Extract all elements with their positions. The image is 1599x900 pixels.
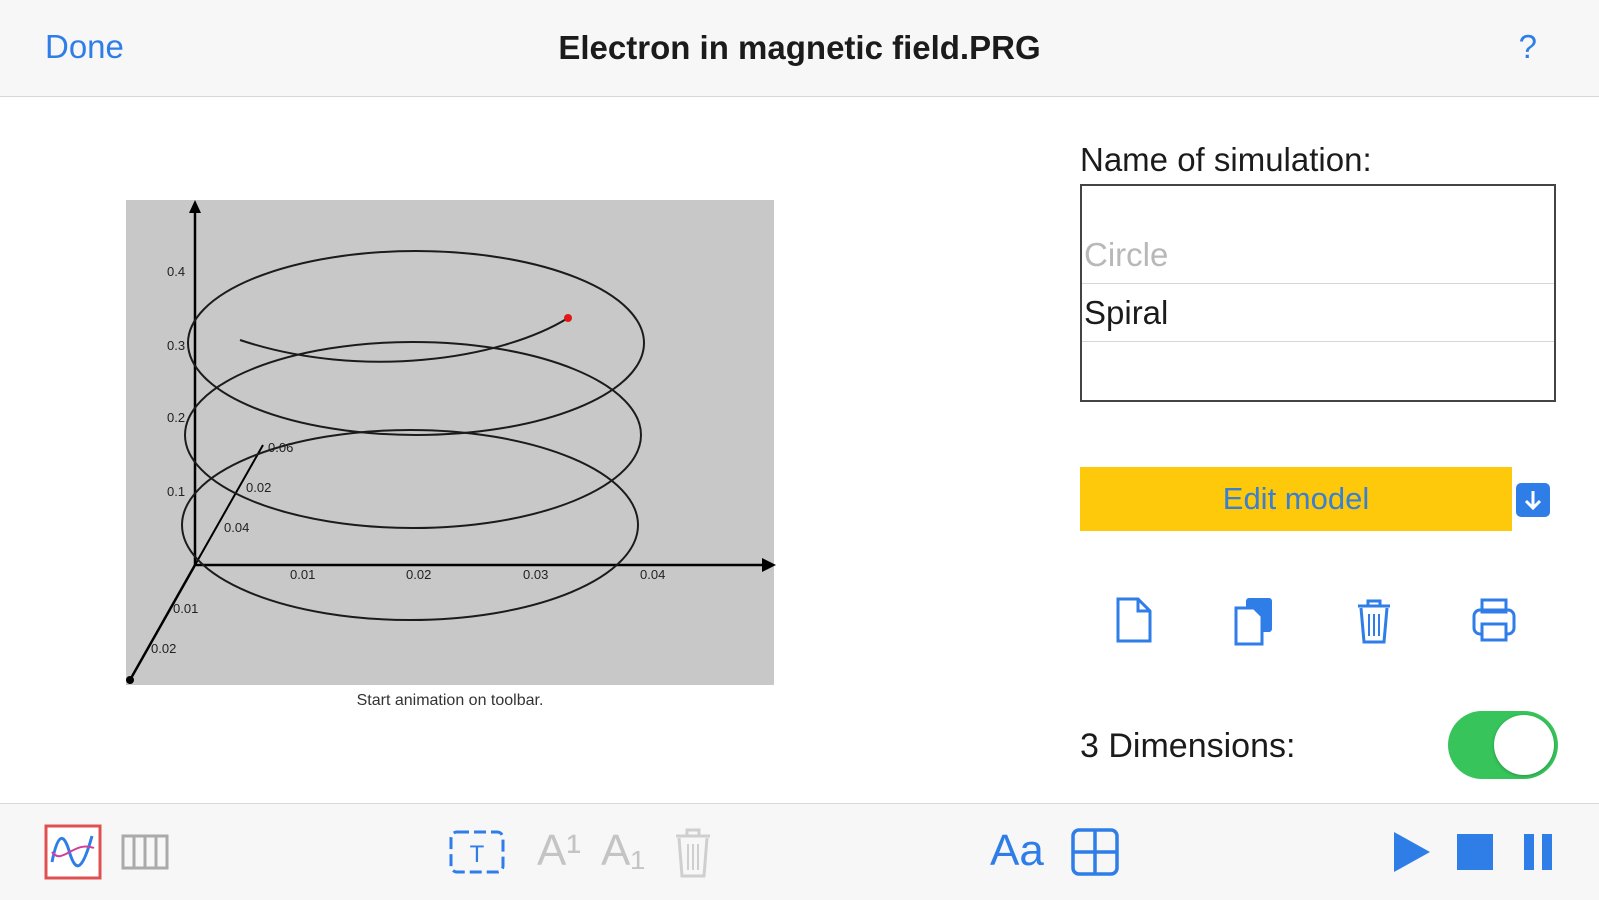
- pause-icon: [1524, 834, 1552, 870]
- x-tick-label: 0.01: [290, 567, 315, 582]
- y-tick-label: 0.06: [268, 440, 293, 455]
- bottom-toolbar: T A¹ A₁ Aa: [0, 803, 1599, 900]
- y-tick-label: 0.02: [151, 641, 176, 656]
- svg-text:T: T: [470, 841, 485, 868]
- electron-point: [564, 314, 572, 322]
- x-tick-label: 0.04: [640, 567, 665, 582]
- x-tick-label: 0.02: [406, 567, 431, 582]
- font-button[interactable]: Aa: [990, 826, 1044, 876]
- delete-text-button[interactable]: [670, 822, 716, 882]
- simulation-picker[interactable]: Circle Spiral: [1080, 184, 1556, 402]
- subscript-button[interactable]: A₁: [601, 826, 645, 876]
- table-view-button[interactable]: [120, 822, 170, 882]
- trash-icon: [1358, 599, 1390, 644]
- simulation-name-label: Name of simulation:: [1080, 141, 1372, 178]
- graph-icon: [44, 824, 102, 880]
- plot-canvas: 0.4 0.3 0.2 0.1 0.01 0.02 0.03 0.04 0.06…: [126, 200, 776, 685]
- duplicate-icon: [1234, 598, 1272, 646]
- download-button[interactable]: [1516, 483, 1550, 517]
- grid-icon: [1071, 828, 1119, 876]
- z-tick-label: 0.1: [167, 484, 185, 499]
- text-box-button[interactable]: T: [448, 822, 506, 882]
- graph-view-button[interactable]: [44, 822, 102, 882]
- table-icon: [121, 834, 169, 870]
- play-button[interactable]: [1390, 822, 1434, 882]
- document-title: Electron in magnetic field.PRG: [558, 29, 1041, 66]
- play-icon: [1394, 832, 1430, 872]
- pause-button[interactable]: [1520, 822, 1556, 882]
- trash-icon: [676, 828, 710, 878]
- y-tick-label: 0.01: [173, 601, 198, 616]
- simulation-option-circle[interactable]: Circle: [1082, 226, 1554, 284]
- simulation-option-spiral[interactable]: Spiral: [1082, 284, 1554, 342]
- x-tick-label: 0.03: [523, 567, 548, 582]
- new-document-button[interactable]: [1112, 596, 1156, 646]
- stop-icon: [1457, 834, 1493, 870]
- three-dimensions-label: 3 Dimensions:: [1080, 727, 1296, 765]
- y-tick-label: 0.02: [246, 480, 271, 495]
- download-icon: [1524, 491, 1542, 511]
- print-button[interactable]: [1470, 596, 1516, 646]
- text-box-icon: T: [449, 830, 505, 874]
- z-tick-label: 0.2: [167, 410, 185, 425]
- plot-caption: Start animation on toolbar.: [356, 692, 544, 709]
- plot-background: [126, 200, 774, 685]
- z-tick-label: 0.4: [167, 264, 185, 279]
- three-dimensions-toggle[interactable]: [1448, 711, 1558, 779]
- superscript-button[interactable]: A¹: [537, 826, 581, 876]
- duplicate-button[interactable]: [1232, 596, 1276, 646]
- help-button[interactable]: ?: [1519, 28, 1537, 66]
- new-document-icon: [1116, 597, 1152, 643]
- stop-button[interactable]: [1454, 822, 1496, 882]
- navigation-bar: Done Electron in magnetic field.PRG ?: [0, 0, 1599, 97]
- toggle-knob: [1494, 715, 1554, 775]
- grid-button[interactable]: [1070, 822, 1120, 882]
- print-icon: [1472, 598, 1516, 642]
- delete-button[interactable]: [1352, 596, 1396, 646]
- edit-model-button[interactable]: Edit model: [1080, 467, 1512, 531]
- z-tick-label: 0.3: [167, 338, 185, 353]
- y-tick-label: 0.04: [224, 520, 249, 535]
- simulation-plot: 0.4 0.3 0.2 0.1 0.01 0.02 0.03 0.04 0.06…: [120, 190, 800, 730]
